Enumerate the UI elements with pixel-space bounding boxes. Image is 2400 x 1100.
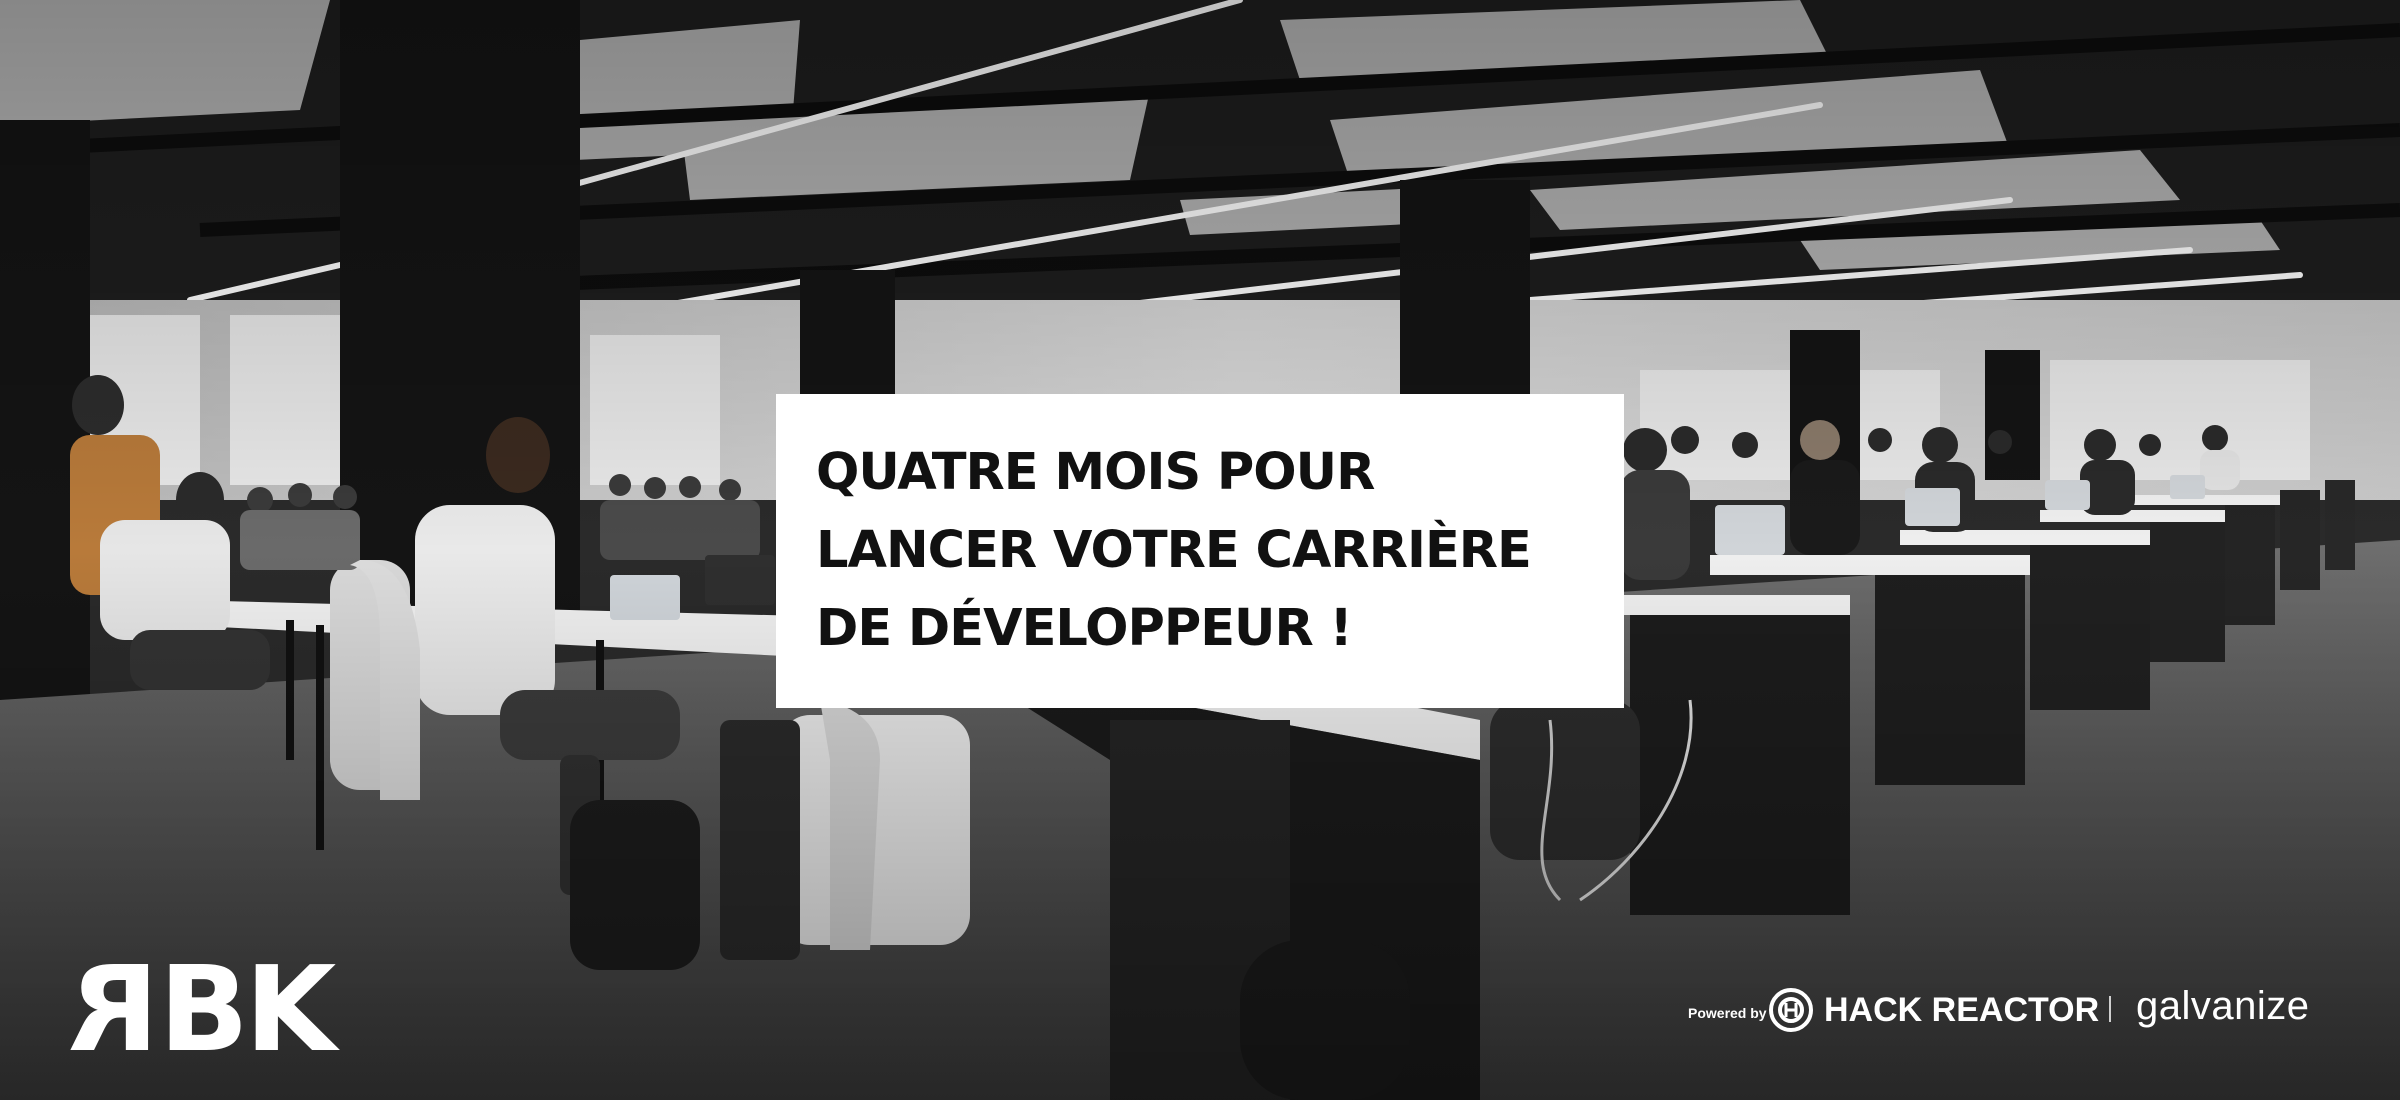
- powered-by-label: Powered by: [1688, 1005, 1767, 1021]
- galvanize-logo: galvanize: [2136, 984, 2310, 1028]
- rbk-logo-mirrored-letter: R: [72, 940, 159, 1078]
- headline-line-2: LANCER VOTRE CARRIÈRE: [816, 521, 1532, 580]
- headline-line-3: DE DÉVELOPPEUR !: [816, 599, 1353, 658]
- hack-reactor-logo: HACK REACTOR: [1768, 986, 2099, 1034]
- partner-divider: [2109, 996, 2111, 1022]
- headline-line-1: QUATRE MOIS POUR: [816, 443, 1375, 502]
- banner: QUATRE MOIS POUR LANCER VOTRE CARRIÈRE D…: [0, 0, 2400, 1100]
- headline-box: QUATRE MOIS POUR LANCER VOTRE CARRIÈRE D…: [776, 394, 1624, 708]
- rbk-logo: RBK: [72, 940, 336, 1078]
- hack-reactor-logo-icon: [1769, 988, 1813, 1032]
- rbk-logo-rest: BK: [158, 940, 336, 1078]
- hack-reactor-label: HACK REACTOR: [1824, 990, 2100, 1029]
